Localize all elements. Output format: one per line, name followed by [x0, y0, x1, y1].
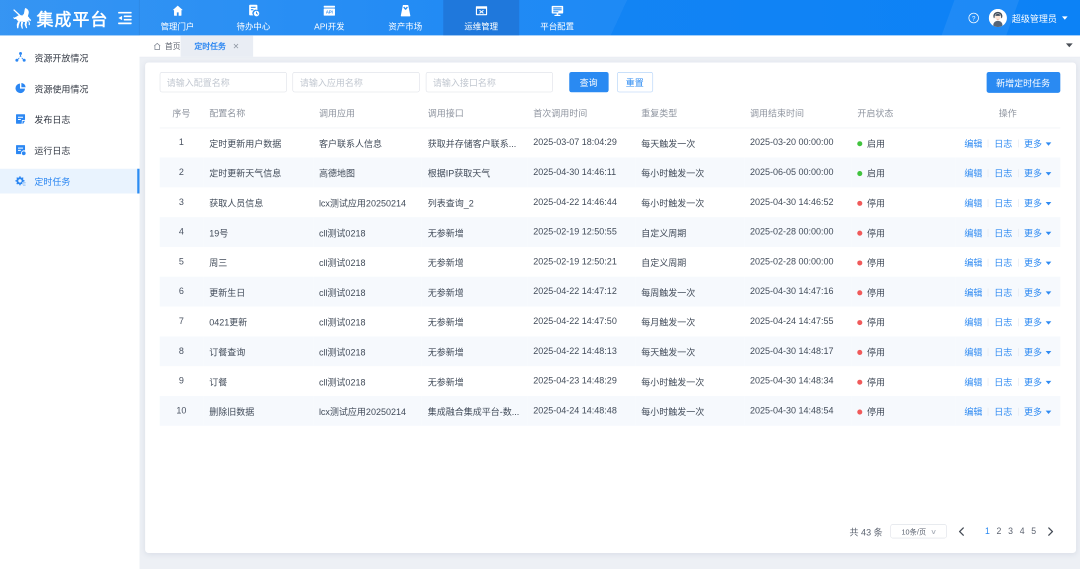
svg-text:API: API: [326, 9, 333, 14]
svg-text:?: ?: [972, 15, 976, 22]
